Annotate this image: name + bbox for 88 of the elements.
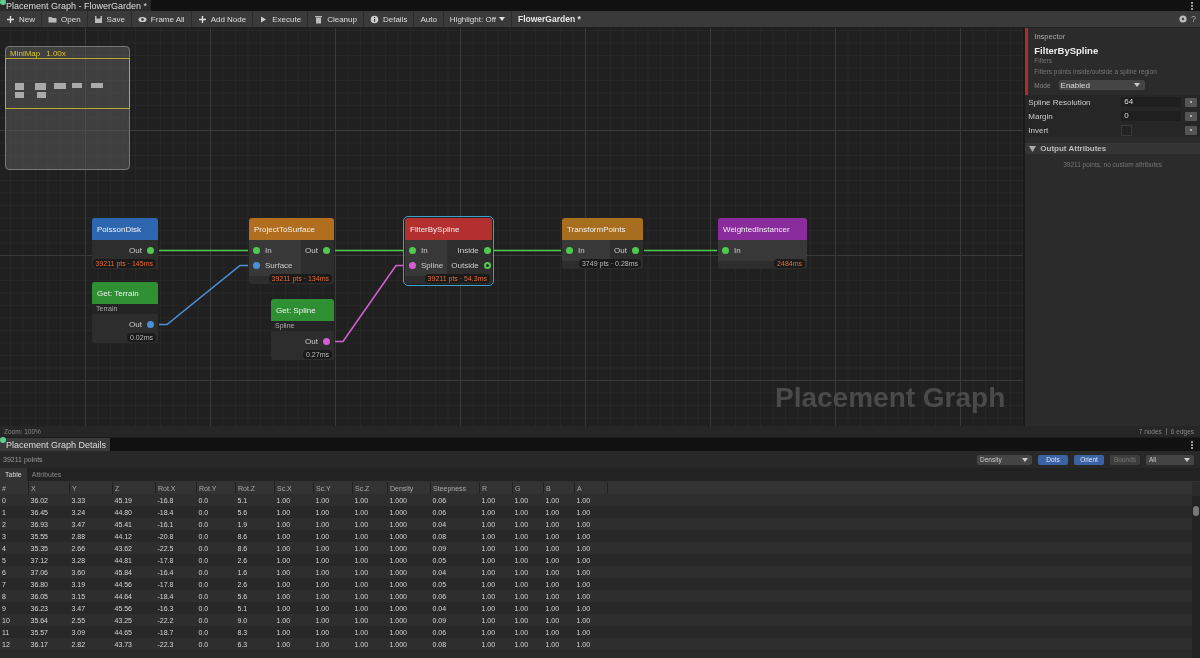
checkbox[interactable]	[1121, 124, 1133, 136]
caret-icon	[1133, 83, 1140, 87]
port-label: Out	[129, 246, 142, 255]
port-dot[interactable]	[632, 247, 639, 254]
node-title: FilterBySpline	[410, 224, 460, 234]
port-label: In	[734, 246, 741, 255]
play-icon	[259, 14, 269, 24]
toolbar-button[interactable]: Details	[363, 11, 415, 27]
edge[interactable]	[158, 264, 249, 326]
port-label: Spline	[421, 261, 444, 270]
edge[interactable]	[334, 264, 405, 343]
port-label: In	[578, 246, 585, 255]
more-icon	[1190, 0, 1194, 11]
info-icon	[369, 14, 379, 24]
toolbar-button[interactable]: Save	[87, 11, 132, 27]
toolbar-button[interactable]: Add Node	[191, 11, 254, 27]
field-label: Invert	[1028, 125, 1050, 135]
section-header[interactable]: Output Attributes	[1025, 143, 1200, 154]
port-dot[interactable]	[147, 247, 154, 254]
node-title: PoissonDisk	[97, 224, 141, 234]
help-button[interactable]: ?	[1191, 14, 1196, 24]
field-label: Spline Resolution	[1028, 97, 1092, 107]
edge[interactable]	[643, 249, 718, 252]
trash-icon	[314, 14, 324, 24]
port-dot[interactable]	[147, 321, 154, 328]
property-menu-button[interactable]	[1185, 97, 1197, 107]
port-dot[interactable]	[483, 262, 491, 269]
port-label: Out	[129, 320, 142, 329]
port-dot[interactable]	[323, 338, 330, 345]
port-dot[interactable]	[566, 247, 573, 254]
toolbar-button[interactable]: Auto	[414, 11, 444, 27]
eye-icon	[137, 14, 147, 24]
zoom-label: 1.00x	[46, 49, 66, 58]
node-title: ProjectToSurface	[254, 224, 315, 234]
input-field[interactable]: 64	[1121, 97, 1182, 107]
property-menu-button[interactable]	[1185, 125, 1197, 135]
port-label: Out	[305, 337, 318, 346]
port-label: Outside	[451, 261, 479, 270]
input-field[interactable]: 0	[1121, 111, 1182, 121]
save-icon	[93, 14, 103, 24]
panel-tab[interactable]: Placement Graph Details	[0, 438, 111, 451]
scroll-thumb[interactable]	[1193, 506, 1199, 516]
node-title: FilterBySpline	[1034, 45, 1100, 56]
toolbar-button[interactable]: Execute	[253, 11, 309, 27]
plus-icon	[6, 14, 15, 24]
port-dot[interactable]	[253, 262, 260, 269]
port-dot[interactable]	[483, 247, 491, 254]
port-dot[interactable]	[253, 247, 260, 254]
node-title: TransformPoints	[567, 224, 626, 234]
caret-icon	[1184, 457, 1190, 462]
panel-title: Placement Graph Details	[6, 439, 107, 450]
port-label: Surface	[265, 261, 293, 270]
toolbar-button[interactable]: Frame All	[131, 11, 192, 27]
node-title: Get: Spline	[276, 305, 316, 315]
caret-icon	[498, 17, 505, 21]
edge[interactable]	[492, 249, 562, 252]
port-dot[interactable]	[409, 247, 416, 254]
port-label: Out	[614, 246, 627, 255]
toolbar-button[interactable]: New	[0, 11, 42, 27]
status-dot	[0, 0, 6, 5]
port-dot[interactable]	[409, 262, 416, 269]
toolbar-button[interactable]: Open	[42, 11, 88, 27]
toolbar-button[interactable]: Cleanup	[308, 11, 364, 27]
status-dot	[0, 437, 6, 443]
property-menu-button[interactable]	[1185, 111, 1197, 121]
plus-icon	[197, 14, 207, 24]
port-dot[interactable]	[323, 247, 330, 254]
caret-down-icon	[1029, 145, 1037, 152]
dropdown[interactable]: Highlight: Off	[443, 11, 512, 27]
port-label: In	[265, 246, 272, 255]
more-icon	[1190, 439, 1194, 450]
port-dot[interactable]	[722, 247, 729, 254]
minimap-label: MiniMap	[10, 49, 41, 58]
document-name: FlowerGarden *	[516, 14, 581, 24]
node-title: WeightedInstancer	[723, 224, 790, 234]
port-label: Inside	[457, 246, 479, 255]
caret-icon	[1022, 457, 1028, 462]
edge[interactable]	[158, 249, 249, 252]
help-circle-icon	[1179, 15, 1187, 23]
port-label: In	[421, 246, 428, 255]
mode-dropdown[interactable]: Enabled	[1058, 80, 1145, 90]
field-label: Margin	[1028, 111, 1054, 121]
port-label: Out	[305, 246, 318, 255]
folder-icon	[48, 14, 57, 24]
edge[interactable]	[334, 249, 405, 252]
node-title: Get: Terrain	[97, 288, 139, 298]
minimap-panel[interactable]: MiniMap 1.00x	[5, 46, 130, 170]
scrollbar[interactable]	[1192, 496, 1200, 658]
